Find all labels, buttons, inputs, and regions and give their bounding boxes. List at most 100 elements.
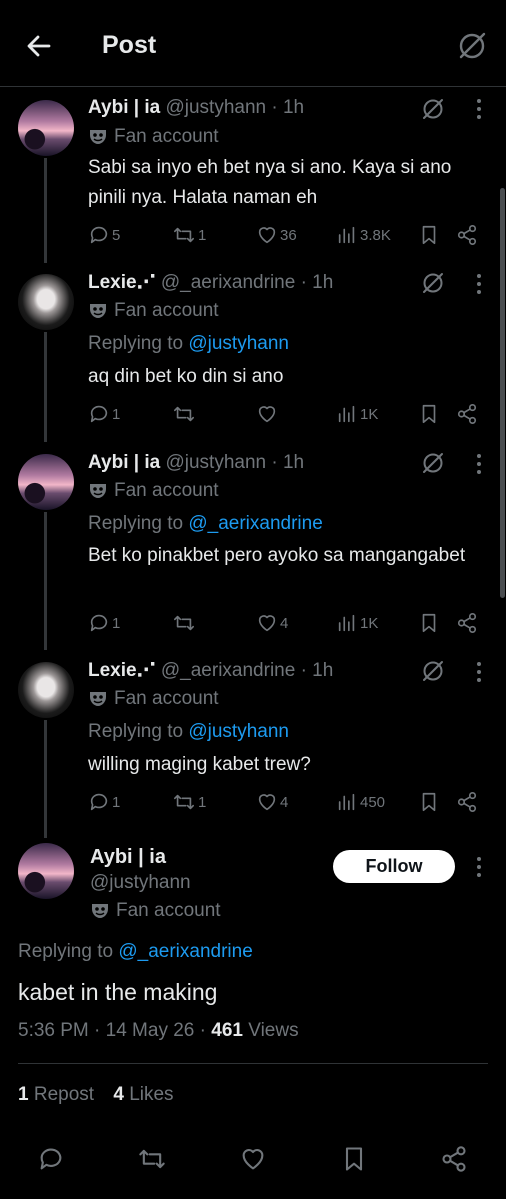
fan-account-label: Fan account xyxy=(114,300,219,321)
grok-icon[interactable] xyxy=(421,97,445,121)
views-button[interactable]: 1K xyxy=(336,611,378,635)
grok-icon[interactable] xyxy=(421,451,445,475)
bookmark-button[interactable] xyxy=(419,790,439,814)
share-icon xyxy=(457,792,477,812)
fan-account-label: Fan account xyxy=(114,688,219,709)
reply-button[interactable] xyxy=(37,1145,65,1173)
views-button[interactable]: 1K xyxy=(336,402,378,426)
views-icon xyxy=(338,405,355,423)
views-count: 450 xyxy=(360,793,386,811)
repost-icon xyxy=(139,1149,165,1169)
fan-account-label: Fan account xyxy=(114,480,219,501)
reply-icon xyxy=(40,1148,62,1170)
heart-icon xyxy=(242,1149,264,1170)
likes-stat[interactable]: 4 Likes xyxy=(113,1084,173,1105)
scrollbar[interactable] xyxy=(500,188,505,598)
share-button[interactable] xyxy=(456,402,478,426)
author-name[interactable]: Aybi | ia xyxy=(90,846,166,869)
like-button[interactable] xyxy=(256,402,280,426)
action-bar: 1 1 4 450 xyxy=(88,790,488,814)
bookmark-icon xyxy=(422,613,436,633)
more-options-icon[interactable] xyxy=(476,273,482,295)
reply-button[interactable]: 1 xyxy=(88,611,120,635)
views-count: 461 xyxy=(211,1020,243,1041)
mask-icon xyxy=(88,128,108,146)
bookmark-button[interactable] xyxy=(419,402,439,426)
repost-button[interactable]: 1 xyxy=(172,790,206,814)
reply-button[interactable]: 5 xyxy=(88,223,120,247)
like-button[interactable]: 36 xyxy=(256,223,297,247)
like-button[interactable] xyxy=(239,1145,267,1173)
bookmark-button[interactable] xyxy=(419,611,439,635)
divider xyxy=(18,1063,488,1064)
more-options-icon[interactable] xyxy=(476,856,482,878)
reply-count: 5 xyxy=(112,226,121,244)
bookmark-button[interactable] xyxy=(419,223,439,247)
repost-button[interactable] xyxy=(172,402,198,426)
author-handle[interactable]: @justyhann xyxy=(165,452,266,473)
repost-button[interactable]: 1 xyxy=(172,223,206,247)
avatar[interactable] xyxy=(18,100,74,156)
heart-icon xyxy=(258,406,276,423)
fan-account-label: Fan account xyxy=(114,126,219,147)
action-bar: 5 1 36 3.8K xyxy=(88,223,488,247)
reply-button[interactable]: 1 xyxy=(88,402,120,426)
share-button[interactable] xyxy=(456,611,478,635)
thread-line xyxy=(44,158,47,263)
grok-icon[interactable] xyxy=(421,659,445,683)
author-handle[interactable]: @_aerixandrine xyxy=(161,660,295,681)
more-options-icon[interactable] xyxy=(476,98,482,120)
replying-to-label: Replying to xyxy=(88,333,184,354)
reply-to-handle[interactable]: @justyhann xyxy=(188,721,289,742)
repost-icon xyxy=(174,406,194,422)
post-datetime[interactable]: 5:36 PM · 14 May 26 · xyxy=(18,1020,206,1041)
action-bar: 1 1K xyxy=(88,402,488,426)
repost-button[interactable] xyxy=(137,1145,167,1173)
repost-stat-label: Repost xyxy=(33,1084,95,1105)
author-handle[interactable]: @_aerixandrine xyxy=(161,272,295,293)
reply-button[interactable]: 1 xyxy=(88,790,120,814)
heart-icon xyxy=(258,794,276,811)
author-name[interactable]: Lexie⋰ xyxy=(88,272,156,293)
timestamp: · 1h xyxy=(300,272,334,293)
views-icon xyxy=(338,793,355,811)
grok-icon[interactable] xyxy=(457,31,487,61)
grok-icon[interactable] xyxy=(421,271,445,295)
reply-to-handle[interactable]: @justyhann xyxy=(188,333,289,354)
like-count: 36 xyxy=(280,226,297,244)
repost-count: 1 xyxy=(198,793,207,811)
author-name[interactable]: Aybi | ia xyxy=(88,97,160,118)
like-button[interactable]: 4 xyxy=(256,790,288,814)
more-options-icon[interactable] xyxy=(476,453,482,475)
author-name[interactable]: Aybi | ia xyxy=(88,452,160,473)
reply-to-handle[interactable]: @_aerixandrine xyxy=(118,941,252,962)
share-button[interactable] xyxy=(440,1145,468,1173)
reply-count: 1 xyxy=(112,793,121,811)
views-button[interactable]: 3.8K xyxy=(336,223,391,247)
repost-stat[interactable]: 1 Repost xyxy=(18,1084,94,1105)
views-count: 3.8K xyxy=(360,226,391,244)
avatar[interactable] xyxy=(18,454,74,510)
more-options-icon[interactable] xyxy=(476,661,482,683)
share-button[interactable] xyxy=(456,223,478,247)
follow-button[interactable]: Follow xyxy=(333,850,455,883)
reply-to-handle[interactable]: @_aerixandrine xyxy=(188,513,322,534)
back-arrow-icon[interactable] xyxy=(26,33,52,59)
mask-icon xyxy=(88,482,108,500)
share-button[interactable] xyxy=(456,790,478,814)
author-name[interactable]: Lexie⋰ xyxy=(88,660,156,681)
author-handle[interactable]: @justyhann xyxy=(90,872,191,894)
views-button[interactable]: 450 xyxy=(336,790,385,814)
repost-stat-count: 1 xyxy=(18,1084,29,1105)
avatar[interactable] xyxy=(18,843,74,899)
avatar[interactable] xyxy=(18,274,74,330)
like-button[interactable]: 4 xyxy=(256,611,288,635)
views-count: 1K xyxy=(360,405,379,423)
repost-button[interactable] xyxy=(172,611,198,635)
tweet-text: willing maging kabet trew? xyxy=(88,754,311,775)
bookmark-icon xyxy=(422,792,436,812)
bookmark-button[interactable] xyxy=(341,1145,367,1173)
avatar[interactable] xyxy=(18,662,74,718)
share-icon xyxy=(457,613,477,633)
author-handle[interactable]: @justyhann xyxy=(165,97,266,118)
